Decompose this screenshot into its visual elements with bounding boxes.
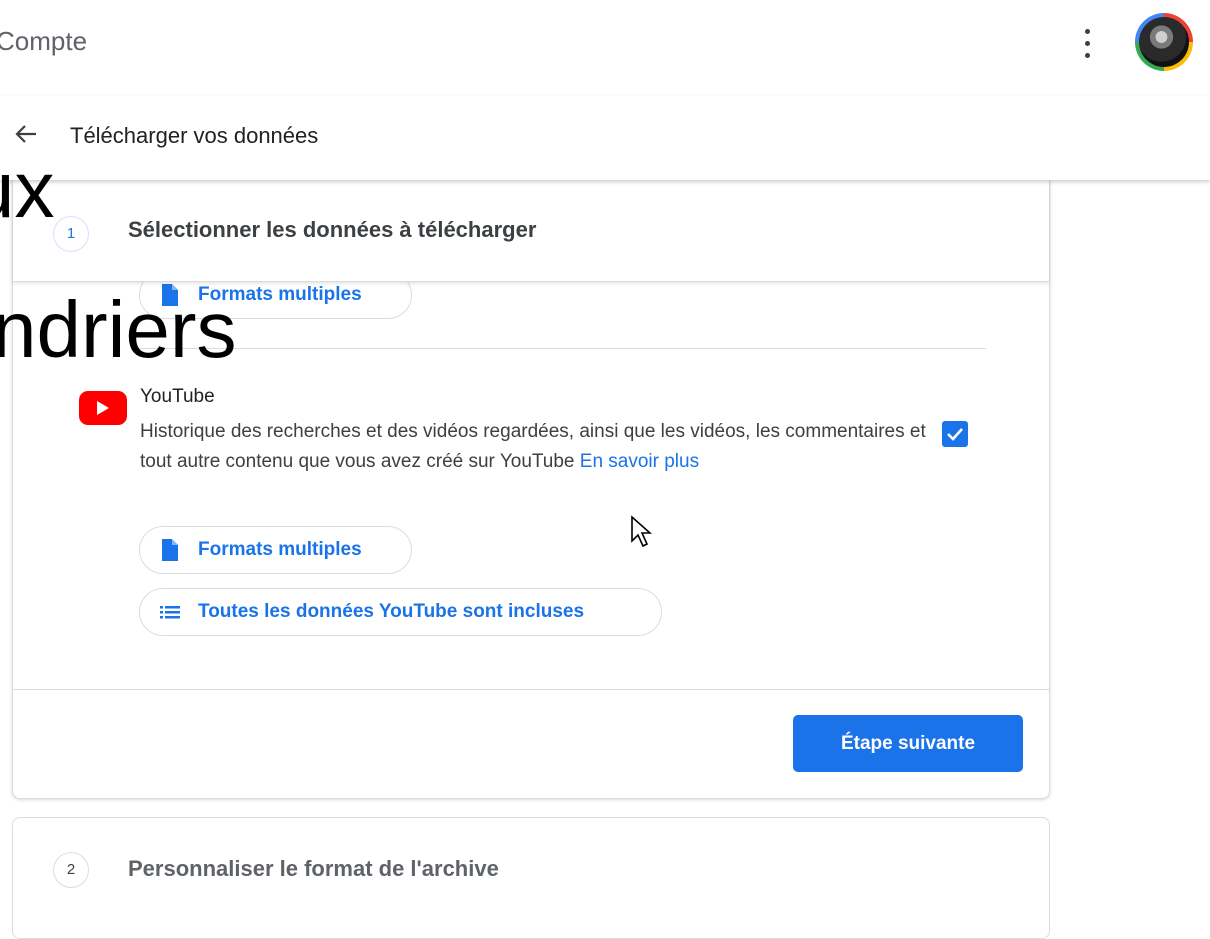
page-title: Télécharger vos données bbox=[70, 123, 319, 148]
cursor-icon bbox=[630, 515, 653, 549]
page-header: Télécharger vos données bbox=[0, 96, 1210, 180]
overlay-text: ndriers bbox=[0, 285, 237, 374]
formats-chip[interactable]: Formats multiples bbox=[139, 526, 412, 574]
divider bbox=[139, 348, 986, 349]
chip-label: Formats multiples bbox=[198, 539, 362, 560]
step-number: 2 bbox=[53, 852, 89, 888]
check-icon bbox=[947, 428, 963, 441]
learn-more-link[interactable]: En savoir plus bbox=[580, 451, 699, 472]
step1-header[interactable]: 1 Sélectionner les données à télécharger bbox=[13, 181, 1049, 282]
file-icon bbox=[160, 539, 180, 561]
step1-card: 1 Sélectionner les données à télécharger… bbox=[12, 150, 1050, 799]
list-icon bbox=[160, 601, 180, 623]
step2-card[interactable]: 2 Personnaliser le format de l'archive bbox=[12, 817, 1050, 939]
app-title: Compte bbox=[0, 26, 88, 56]
more-vert-icon[interactable] bbox=[1072, 26, 1102, 62]
next-step-button[interactable]: Étape suivante bbox=[793, 715, 1023, 772]
overlay-text: ux bbox=[0, 145, 55, 234]
step-number: 1 bbox=[53, 216, 89, 252]
product-checkbox[interactable] bbox=[942, 421, 968, 447]
product-name: YouTube bbox=[140, 386, 215, 407]
avatar[interactable] bbox=[1135, 13, 1193, 71]
product-description: Historique des recherches et des vidéos … bbox=[140, 417, 930, 477]
description-text: Historique des recherches et des vidéos … bbox=[140, 421, 926, 472]
youtube-icon bbox=[79, 391, 127, 425]
step-title: Personnaliser le format de l'archive bbox=[128, 856, 499, 881]
chip-label: Toutes les données YouTube sont incluses bbox=[198, 601, 585, 622]
divider bbox=[13, 689, 1049, 690]
step-title: Sélectionner les données à télécharger bbox=[128, 217, 537, 242]
all-data-chip[interactable]: Toutes les données YouTube sont incluses bbox=[139, 588, 662, 636]
